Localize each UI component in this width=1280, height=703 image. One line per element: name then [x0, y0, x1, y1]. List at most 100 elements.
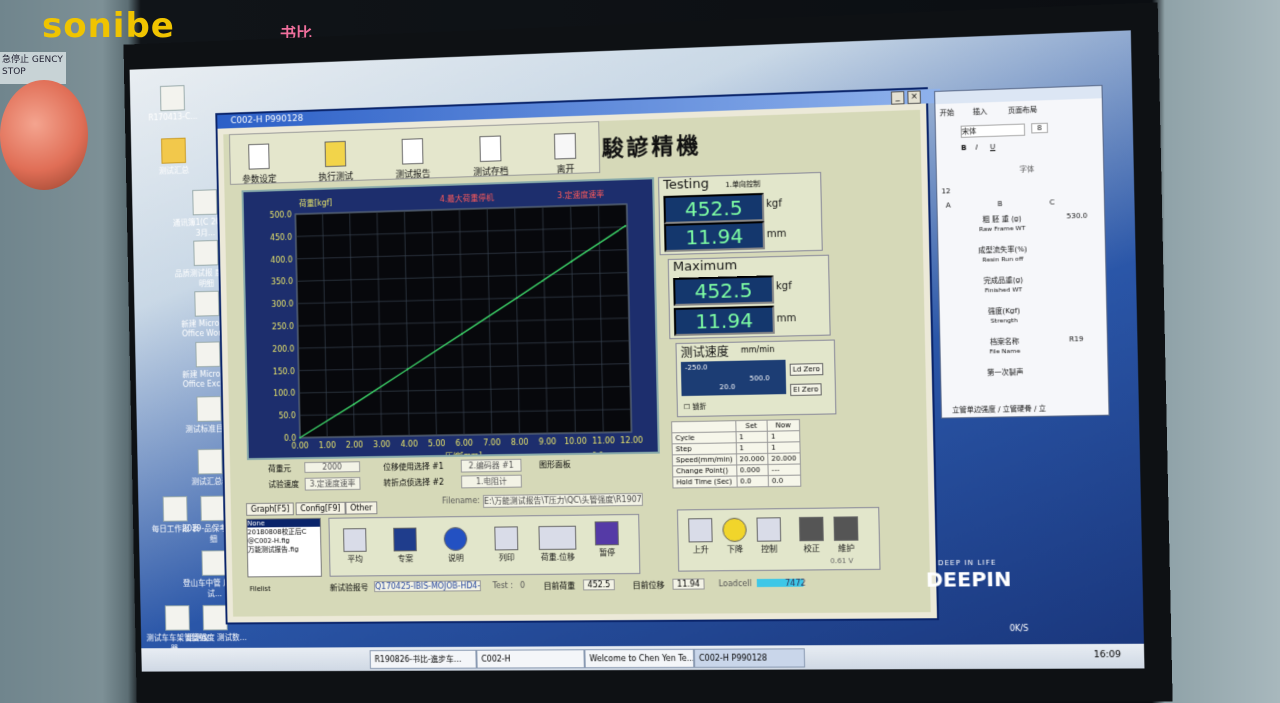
column-header[interactable]: A [946, 201, 951, 209]
test-speed-label: 试验速度 [268, 479, 300, 490]
table-cell: Hold Time (Sec) [672, 476, 737, 488]
up-button[interactable]: 上升 [684, 518, 717, 555]
word-cell[interactable]: 档案名称 [955, 336, 1055, 348]
toolbar-button-params[interactable]: 参数设定 [230, 143, 288, 186]
test-no-field[interactable]: Q170425-IBIS-MOJOB-HD4-M- [373, 580, 481, 593]
brand-logo: sonibe [42, 6, 175, 46]
table-cell: 20.000 [736, 453, 769, 465]
word-tab-layout[interactable]: 页面布局 [1008, 105, 1037, 116]
table-header: Set [735, 420, 768, 432]
table-cell: 0.0 [768, 475, 801, 487]
taskbar-item[interactable]: C002-H [476, 649, 585, 669]
column-header[interactable]: C [1049, 198, 1054, 206]
loadcell-value: 7472 [785, 578, 806, 588]
x-tick-label: 2.00 [346, 440, 363, 449]
table-header: Now [767, 419, 800, 432]
el-zero-button[interactable]: El Zero [790, 383, 822, 397]
lock-checkbox[interactable]: ☐ 锁折 [684, 402, 707, 412]
info-button[interactable]: 说明 [440, 526, 472, 564]
table-cell: 1 [767, 430, 800, 443]
toolbar-button-exit[interactable]: 离开 [535, 132, 595, 176]
test-speed-field[interactable]: 3.定速度速率 [304, 477, 361, 491]
word-cell[interactable]: Strength [954, 316, 1054, 325]
chart-panel: 0.00 1.00 2.00 3.00 4.00 5.00 6.00 7.00 8.00 9.00… [241, 177, 660, 461]
report-icon [401, 138, 424, 165]
control-button[interactable]: 控制 [752, 517, 785, 555]
info-icon [443, 526, 468, 551]
average-button[interactable]: 平均 [339, 528, 371, 565]
filename-field[interactable]: E:\万能测试报告\T压力\QC\头管强度\R190723- [482, 492, 643, 508]
current-disp-label: 目前位移 [632, 580, 665, 591]
disp-select-label: 位移使用选择 #1 [383, 461, 444, 472]
pause-button[interactable]: 暂停 [591, 521, 623, 558]
word-tab-insert[interactable]: 插入 [973, 106, 988, 117]
project-button[interactable]: 专案 [389, 527, 421, 564]
break-select-field[interactable]: 1.电阻计 [461, 474, 522, 489]
x-tick-label: 5.00 [428, 439, 445, 448]
taskbar-item[interactable]: C002-H P990128 [693, 648, 806, 668]
status-row: 新试验报号 Q170425-IBIS-MOJOB-HD4-M- Test : 0… [330, 576, 885, 594]
testing-label: Testing [663, 176, 710, 193]
test-value: 0 [519, 580, 526, 590]
app-body: 参数设定 执行测试 测试报告 测试存档 离开 駿諺精機 0.0 0 1.00 2.00… [223, 109, 931, 617]
tab-graph[interactable]: Graph[F5] [245, 502, 295, 516]
calibrate-button[interactable]: 校正 [795, 516, 828, 555]
italic-button[interactable]: I [975, 143, 977, 151]
bold-button[interactable]: B [961, 144, 967, 152]
word-cell[interactable]: R19 [1069, 335, 1084, 344]
word-cell[interactable]: 第一次製声 [955, 366, 1055, 378]
word-cell[interactable]: Raw Frame WT [952, 224, 1052, 234]
sheet-tabs[interactable]: 立管单边强度 / 立管硬骨 / 立 [952, 402, 1108, 415]
down-button[interactable]: 下降 [718, 517, 751, 556]
speed-gauge[interactable]: -250.0 500.0 20.0 [680, 359, 787, 397]
down-arrow-icon [722, 517, 747, 543]
y-tick-label: 100.0 [273, 389, 295, 398]
print-button[interactable]: 列印 [490, 526, 522, 563]
folder-icon [161, 137, 187, 164]
taskbar-item[interactable]: R190826-书比-進步车... [369, 649, 477, 669]
underline-button[interactable]: U [990, 143, 995, 151]
average-icon [343, 528, 367, 552]
word-cell[interactable]: Resin Run off [953, 255, 1053, 265]
word-icon [194, 290, 220, 317]
table-cell: --- [768, 464, 801, 476]
filename-label: Filename: [441, 496, 480, 506]
font-size-select[interactable]: 8 [1031, 122, 1049, 134]
word-tab-home[interactable]: 开始 [940, 108, 955, 119]
tab-other[interactable]: Other [345, 501, 378, 515]
desktop-icon[interactable]: 测试汇总 [140, 137, 207, 177]
font-group-label: 字体 [1019, 165, 1035, 174]
word-cell[interactable]: 530.0 [1066, 212, 1087, 221]
desktop-icon[interactable]: R170413-C... [139, 84, 206, 122]
gauge-max: 500.0 [749, 374, 770, 383]
taskbar-item[interactable]: Welcome to Chen Yen Te... [584, 648, 695, 669]
filelist-box[interactable]: None 20180808校正后C @C002-H.fig 万能测试报告.fig [246, 517, 322, 578]
ld-zero-button[interactable]: Ld Zero [789, 363, 824, 376]
word-cell[interactable]: Finished WT [954, 285, 1054, 295]
toolbar-button-archive[interactable]: 测试存档 [461, 135, 521, 179]
monitor: R170413-C... 测试汇总 通讯簿1(C 2015年3月... 品质测试报 度… [123, 2, 1173, 703]
testing-disp-display: 11.94 [663, 221, 765, 253]
loadcell-label: Loadcell [718, 579, 752, 589]
maintain-button[interactable]: 維护 [829, 516, 862, 554]
disp-select-field[interactable]: 2.编码器 #1 [460, 458, 522, 473]
zoom-box[interactable]: 12 [941, 187, 950, 195]
minimize-button[interactable]: _ [890, 91, 905, 105]
filelist-item[interactable]: 万能测试报告.fig [248, 544, 321, 555]
toolbar-button-report[interactable]: 测试报告 [383, 138, 442, 181]
toolbar-button-run-test[interactable]: 执行测试 [306, 140, 364, 183]
tab-config[interactable]: Config[F9] [295, 501, 346, 516]
app-window: C002-H P990128 _ × 参数设定 执行测试 测试报告 测试存档 离… [215, 87, 941, 625]
speed-label: 测试速度 [680, 344, 729, 360]
y-tick-label: 300.0 [271, 300, 293, 310]
close-button[interactable]: × [907, 90, 921, 105]
pause-icon [594, 521, 619, 546]
load-unit-field[interactable]: 2000 [304, 461, 361, 473]
column-header[interactable]: B [997, 200, 1002, 208]
font-name-select[interactable]: 宋体 [960, 123, 1026, 138]
emergency-stop-plate: 急停止 GENCY STOP [0, 52, 66, 84]
table-cell: 1 [735, 442, 768, 454]
load-displacement-button[interactable]: 荷重.位移 [535, 525, 579, 563]
word-cell[interactable]: File Name [955, 347, 1055, 356]
y-tick-label: 400.0 [271, 255, 293, 265]
